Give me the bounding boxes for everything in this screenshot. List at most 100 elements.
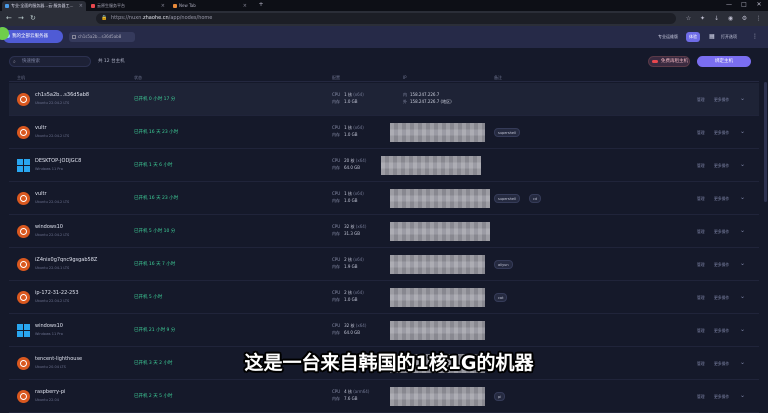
maximize-button[interactable]: □ <box>737 0 751 10</box>
chevron-down-icon[interactable]: ⌄ <box>740 161 745 168</box>
table-row[interactable]: windows10 Ubuntu 22.04.2 LTS 已开机 5 小时 10 分… <box>9 215 759 248</box>
manage-link[interactable]: 管理 <box>697 130 705 136</box>
host-tag[interactable]: cat <box>494 293 508 302</box>
host-name[interactable]: vultr <box>35 125 47 132</box>
host-name[interactable]: ip-172-31-22-253 <box>35 290 79 297</box>
more-actions-link[interactable]: 更多操作 <box>714 97 729 103</box>
chevron-down-icon[interactable]: ⌄ <box>740 326 745 333</box>
bind-host-button[interactable]: 绑定主机 <box>697 56 751 67</box>
forward-icon[interactable]: → <box>18 14 24 23</box>
table-row[interactable]: windows10 Windows 11 Pro 已开机 21 小时 9 分 CPU 3… <box>9 314 759 347</box>
host-tag[interactable]: supershell <box>494 194 520 203</box>
page-tab[interactable]: ch1s5a2b…s36d5ab8 <box>69 32 135 42</box>
host-tag[interactable]: aliyun <box>494 260 513 269</box>
extension-icon[interactable]: ✦ <box>698 14 707 23</box>
manage-link[interactable]: 管理 <box>697 97 705 103</box>
manage-link[interactable]: 管理 <box>697 295 705 301</box>
settings-icon[interactable]: ⚙ <box>740 14 749 23</box>
table-row[interactable]: iZ4nix0g7qnc9gsgab58Z Ubuntu 22.04.1 LTS 已… <box>9 248 759 281</box>
more-actions-link[interactable]: 更多操作 <box>714 130 729 136</box>
more-icon[interactable]: ⋮ <box>752 32 758 42</box>
mem-key: 内存 <box>332 396 340 401</box>
bookmark-icon[interactable]: ☆ <box>684 14 693 23</box>
app-header: 我的全部云服务器 ch1s5a2b…s36d5ab8 专业运维版 体验 ▦ 打开… <box>0 26 768 48</box>
browser-tab-bar: 专业·全面的服务器…云·服务器工… × 云原生服务平台 × New Tab × … <box>0 0 768 11</box>
chevron-down-icon[interactable]: ⌄ <box>740 392 745 399</box>
more-actions-link[interactable]: 更多操作 <box>714 394 729 400</box>
reload-icon[interactable]: ↻ <box>30 14 36 23</box>
search-input[interactable]: ⌕ 快速搜索 <box>9 56 91 67</box>
manage-link[interactable]: 管理 <box>697 196 705 202</box>
minimize-button[interactable]: — <box>722 0 736 10</box>
browser-tab-0[interactable]: 专业·全面的服务器…云·服务器工… × <box>2 1 86 11</box>
table-row[interactable]: ip-172-31-22-253 Ubuntu 22.04.2 LTS 已开机 5 … <box>9 281 759 314</box>
close-tab-icon[interactable]: × <box>79 1 83 11</box>
url-field[interactable]: 🔒 https://nuxn.zhaohe.cn/app/nodes/home <box>96 13 676 24</box>
manage-link[interactable]: 管理 <box>697 328 705 334</box>
more-actions-link[interactable]: 更多操作 <box>714 295 729 301</box>
chevron-down-icon[interactable]: ⌄ <box>740 260 745 267</box>
table-row[interactable]: DESKTOP-JODJGC8 Windows 11 Pro 已开机 1 天 6 小… <box>9 149 759 182</box>
more-actions-link[interactable]: 更多操作 <box>714 196 729 202</box>
grid-icon[interactable]: ▦ <box>709 32 715 42</box>
uptime-status: 已开机 16 天 23 小时 <box>134 130 179 135</box>
close-tab-icon[interactable]: × <box>161 1 165 11</box>
free-rent-button[interactable]: 免费再租主机 <box>648 56 690 67</box>
close-window-button[interactable]: ✕ <box>752 0 766 10</box>
toggle-icon <box>652 60 658 63</box>
profile-icon[interactable]: ◉ <box>726 14 735 23</box>
chevron-down-icon[interactable]: ⌄ <box>740 227 745 234</box>
host-name[interactable]: DESKTOP-JODJGC8 <box>35 158 81 165</box>
host-name[interactable]: tencent-lighthouse <box>35 356 82 363</box>
close-tab-icon[interactable]: × <box>243 1 247 11</box>
mem-value: 64.0 GB <box>344 165 361 170</box>
more-actions-link[interactable]: 更多操作 <box>714 361 729 367</box>
more-actions-link[interactable]: 更多操作 <box>714 163 729 169</box>
host-name[interactable]: ch1s5a2b…s36d5ab8 <box>35 92 89 99</box>
chevron-down-icon[interactable]: ⌄ <box>740 194 745 201</box>
mem-key: 内存 <box>332 264 340 269</box>
memory-spec: 内存 1.9 GB <box>332 264 357 270</box>
host-tag[interactable]: cd <box>529 194 542 203</box>
new-tab-button[interactable]: + <box>254 0 268 10</box>
manage-link[interactable]: 管理 <box>697 262 705 268</box>
host-name[interactable]: raspberry-pi <box>35 389 65 396</box>
host-name[interactable]: vultr <box>35 191 47 198</box>
col-status: 状态 <box>134 75 142 80</box>
table-row[interactable]: vultr Ubuntu 22.04.2 LTS 已开机 16 天 23 小时 CPU… <box>9 182 759 215</box>
back-icon[interactable]: ← <box>6 14 12 23</box>
host-tag[interactable]: supershell <box>494 128 520 137</box>
host-name[interactable]: windows10 <box>35 224 63 231</box>
more-actions-link[interactable]: 更多操作 <box>714 262 729 268</box>
scrollbar[interactable] <box>764 82 767 202</box>
options-button[interactable]: 打开选项 <box>718 32 740 42</box>
manage-link[interactable]: 管理 <box>697 163 705 169</box>
host-tag[interactable]: pi <box>494 392 506 401</box>
table-row[interactable]: raspberry-pi Ubuntu 22.04 已开机 2 天 5 小时 CPU 4… <box>9 380 759 413</box>
chevron-down-icon[interactable]: ⌄ <box>740 293 745 300</box>
manage-link[interactable]: 管理 <box>697 229 705 235</box>
trial-button[interactable]: 体验 <box>686 32 700 42</box>
more-actions-link[interactable]: 更多操作 <box>714 328 729 334</box>
chevron-down-icon[interactable]: ⌄ <box>740 128 745 135</box>
chevron-down-icon[interactable]: ⌄ <box>740 359 745 366</box>
download-icon[interactable]: ↓ <box>712 14 721 23</box>
manage-link[interactable]: 管理 <box>697 394 705 400</box>
cpu-arch: (arm64) <box>353 389 370 394</box>
cpu-value: 2 核 <box>344 290 352 295</box>
chevron-down-icon[interactable]: ⌄ <box>740 95 745 102</box>
host-name[interactable]: windows10 <box>35 323 63 330</box>
more-actions-link[interactable]: 更多操作 <box>714 229 729 235</box>
all-servers-button[interactable]: 我的全部云服务器 <box>3 30 63 43</box>
menu-icon[interactable]: ⋮ <box>754 14 763 23</box>
table-row[interactable]: vultr Ubuntu 22.04.2 LTS 已开机 16 天 23 小时 CPU… <box>9 116 759 149</box>
cpu-spec: CPU 2 核 (x64) <box>332 257 364 263</box>
browser-tab-1[interactable]: 云原生服务平台 × <box>88 1 168 11</box>
manage-link[interactable]: 管理 <box>697 361 705 367</box>
host-os: Ubuntu 22.04.2 LTS <box>35 101 70 105</box>
browser-tab-2[interactable]: New Tab × <box>170 1 250 11</box>
host-name[interactable]: iZ4nix0g7qnc9gsgab58Z <box>35 257 97 264</box>
pro-version-button[interactable]: 专业运维版 <box>655 32 681 42</box>
table-row[interactable]: ch1s5a2b…s36d5ab8 Ubuntu 22.04.2 LTS 已开机 0… <box>9 83 759 116</box>
uptime-status: 已开机 16 天 23 小时 <box>134 196 179 201</box>
